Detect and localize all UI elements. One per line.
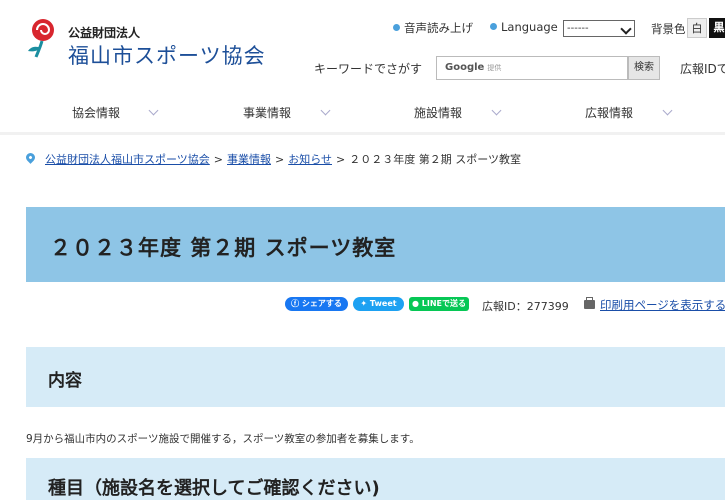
- nav-item-association[interactable]: 協会情報: [72, 104, 120, 121]
- facebook-share-label: シェアする: [301, 299, 342, 308]
- print-page-link[interactable]: 印刷用ページを表示する: [600, 297, 725, 313]
- twitter-tweet-button[interactable]: ✦ Tweet: [353, 297, 404, 311]
- location-pin-icon: [24, 151, 37, 164]
- chevron-down-icon: [491, 105, 502, 116]
- language-text: Language: [501, 20, 558, 34]
- read-aloud-label: 音声読み上げ: [404, 21, 473, 35]
- breadcrumb-news-link[interactable]: お知らせ: [288, 153, 332, 166]
- chevron-down-icon: [662, 105, 673, 116]
- bullet-icon: [490, 23, 497, 30]
- breadcrumb-separator: >: [213, 153, 223, 166]
- koho-id: 広報ID：277399: [482, 300, 569, 313]
- global-nav: 協会情報 事業情報 施設情報 広報情報: [0, 92, 725, 135]
- section-heading-content: 内容: [26, 347, 725, 407]
- keyword-search-label: キーワードでさがす: [314, 62, 423, 76]
- language-select[interactable]: ------: [563, 20, 635, 37]
- breadcrumb-current: ２０２３年度 第２期 スポーツ教室: [349, 153, 521, 166]
- language-label: Language: [490, 20, 558, 34]
- section-heading-content-text: 内容: [48, 371, 82, 391]
- line-share-button[interactable]: ● LINEで送る: [409, 297, 469, 311]
- breadcrumb-home-link[interactable]: 公益財団法人福山市スポーツ協会: [45, 153, 210, 166]
- chevron-down-icon: [320, 105, 331, 116]
- search-input[interactable]: Google 提供: [436, 56, 628, 80]
- nav-item-pr[interactable]: 広報情報: [585, 104, 633, 121]
- language-value: ------: [567, 23, 589, 34]
- title-band: ２０２３年度 第２期 スポーツ教室: [26, 207, 725, 282]
- read-aloud-link[interactable]: 音声読み上げ: [393, 20, 473, 36]
- tweet-label: Tweet: [369, 299, 397, 308]
- search-button[interactable]: 検索: [628, 56, 660, 80]
- chevron-down-icon: [148, 105, 159, 116]
- rose-logo-icon: [28, 19, 54, 58]
- printer-icon: [584, 297, 595, 309]
- nav-item-projects[interactable]: 事業情報: [243, 104, 291, 121]
- org-name: 福山市スポーツ協会: [68, 44, 266, 68]
- bg-white-button[interactable]: 白: [687, 18, 707, 38]
- page-title: ２０２３年度 第２期 スポーツ教室: [50, 236, 397, 260]
- google-sub-text: 提供: [487, 64, 502, 72]
- chevron-down-icon: [620, 23, 632, 35]
- bg-black-button[interactable]: 黒: [709, 18, 725, 38]
- org-type: 公益財団法人: [68, 26, 141, 40]
- content-text: 9月から福山市内のスポーツ施設で開催する，スポーツ教室の参加者を募集します。: [26, 433, 420, 445]
- nav-item-facilities[interactable]: 施設情報: [414, 104, 462, 121]
- id-search-label: 広報IDで: [680, 62, 725, 76]
- breadcrumb-separator: >: [336, 153, 346, 166]
- google-text: Google: [445, 62, 485, 73]
- bullet-icon: [393, 24, 400, 31]
- line-share-label: LINEで送る: [421, 299, 466, 308]
- section-heading-events: 種目（施設名を選択してご確認ください): [26, 458, 725, 500]
- breadcrumb-projects-link[interactable]: 事業情報: [227, 153, 271, 166]
- breadcrumb-separator: >: [275, 153, 285, 166]
- breadcrumb: 公益財団法人福山市スポーツ協会 > 事業情報 > お知らせ >２０２３年度 第２期 スポー…: [24, 151, 521, 167]
- section-heading-events-text: 種目（施設名を選択してご確認ください): [48, 478, 380, 499]
- facebook-share-button[interactable]: ⓕ シェアする: [285, 297, 348, 311]
- google-branding: Google 提供: [445, 62, 501, 73]
- bg-color-label: 背景色: [651, 22, 686, 36]
